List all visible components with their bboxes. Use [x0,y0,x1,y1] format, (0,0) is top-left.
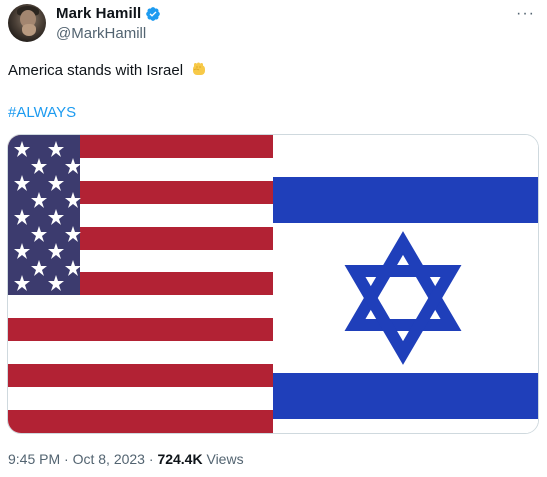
tweet-time[interactable]: 9:45 PM [8,451,60,467]
author-name-row: Mark Hamill [56,5,161,22]
us-flag-image [8,135,273,433]
avatar-hand [22,24,36,36]
israel-flag-bottom-stripe [273,373,538,419]
raised-fist-emoji-icon [193,62,206,75]
tweet-media[interactable] [7,134,539,434]
hashtag-link[interactable]: #ALWAYS [8,104,76,121]
views-count: 724.4K [157,451,203,467]
more-options-button[interactable]: ··· [516,5,535,23]
meta-separator: · [64,451,69,467]
tweet-date[interactable]: Oct 8, 2023 [73,451,145,467]
avatar[interactable] [8,4,46,42]
verified-badge-icon [146,6,161,21]
israel-flag-image [273,135,538,433]
tweet-text-body: America stands with Israel [8,62,184,79]
views-label: Views [206,451,244,467]
display-name[interactable]: Mark Hamill [56,5,141,22]
user-handle[interactable]: @MarkHamill [56,25,146,42]
israel-flag-top-stripe [273,177,538,223]
meta-separator: · [148,451,154,467]
tweet-meta: 9:45 PM · Oct 8, 2023 · 724.4K Views [8,451,244,467]
tweet-text: America stands with Israel [8,60,208,81]
